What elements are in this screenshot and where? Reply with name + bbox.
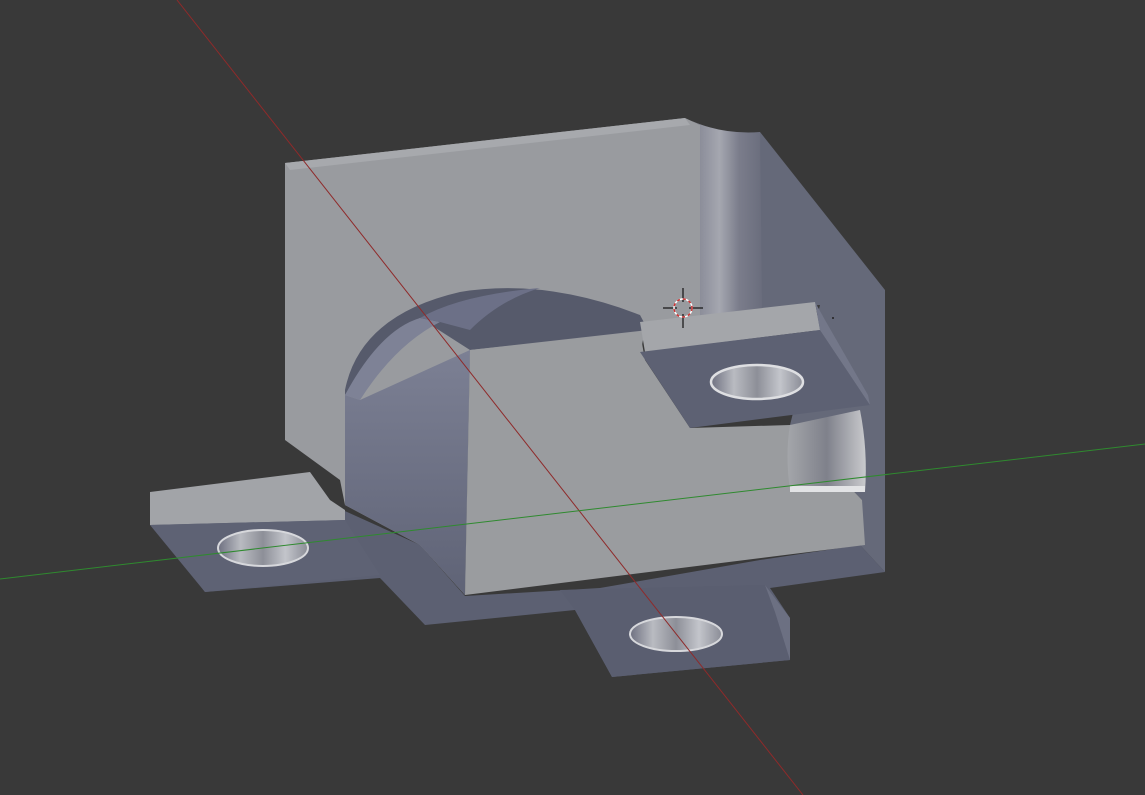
vertex-dot [832,317,834,319]
3d-viewport[interactable] [0,0,1145,795]
viewport-canvas[interactable] [0,0,1145,795]
right-cut-highlight [790,486,865,492]
